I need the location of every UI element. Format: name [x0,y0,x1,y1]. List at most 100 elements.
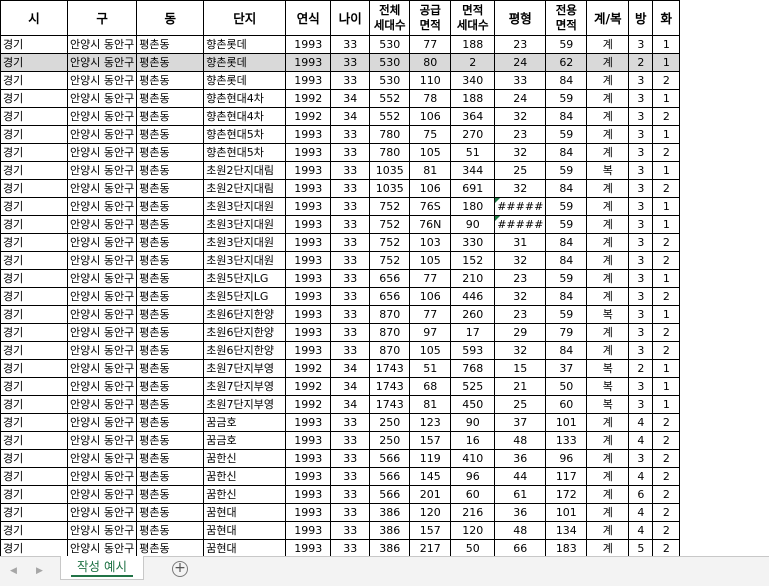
table-cell[interactable]: 1993 [285,521,332,540]
table-cell[interactable]: 1 [652,53,681,72]
table-cell[interactable]: 꿈현대 [203,521,287,540]
table-cell[interactable]: 경기 [0,323,68,342]
table-cell[interactable]: 84 [545,287,588,306]
table-cell[interactable]: 향촌롯데 [203,53,287,72]
table-cell[interactable]: 3 [628,305,654,324]
table-cell[interactable]: 평촌동 [136,287,205,306]
table-cell[interactable]: 180 [450,197,496,216]
table-cell[interactable]: 평촌동 [136,233,205,252]
table-cell[interactable]: 안양시 동안구 [66,323,138,342]
table-cell[interactable]: 386 [369,503,411,522]
table-cell[interactable]: 2 [628,359,654,378]
table-cell[interactable]: 29 [494,323,547,342]
column-header[interactable]: 연식 [285,0,332,36]
table-row[interactable]: 경기 안양시 동안구 평촌동 향촌롯데 1993 33 530 77 188 23 59 계 3 1 [0,35,681,54]
table-cell[interactable]: 84 [545,233,588,252]
table-cell[interactable]: 330 [450,233,496,252]
table-cell[interactable]: 안양시 동안구 [66,179,138,198]
table-cell[interactable]: 117 [545,467,588,486]
table-cell[interactable]: 계 [586,413,630,432]
table-cell[interactable]: 초원6단지한양 [203,323,287,342]
table-cell[interactable]: 1035 [369,179,411,198]
table-cell[interactable]: 33 [330,323,371,342]
table-cell[interactable]: 안양시 동안구 [66,143,138,162]
table-cell[interactable]: 계 [586,323,630,342]
table-cell[interactable]: 61 [494,485,547,504]
table-cell[interactable]: 경기 [0,431,68,450]
table-cell[interactable]: 초원7단지부영 [203,377,287,396]
table-cell[interactable]: 3 [628,179,654,198]
table-cell[interactable]: 48 [494,431,547,450]
table-cell[interactable]: 870 [369,305,411,324]
table-cell[interactable]: 경기 [0,377,68,396]
table-cell[interactable]: 1993 [285,431,332,450]
table-cell[interactable]: 안양시 동안구 [66,35,138,54]
table-cell[interactable]: 계 [586,449,630,468]
table-cell[interactable]: 34 [330,395,371,414]
table-cell[interactable]: 870 [369,341,411,360]
table-cell[interactable]: 평촌동 [136,251,205,270]
table-cell[interactable]: 1993 [285,251,332,270]
plus-circle-icon[interactable]: + [172,561,188,577]
table-cell[interactable]: 33 [330,143,371,162]
table-cell[interactable]: 안양시 동안구 [66,251,138,270]
table-cell[interactable]: 1992 [285,89,332,108]
table-cell[interactable]: 106 [409,107,452,126]
table-cell[interactable]: 1 [652,215,681,234]
table-cell[interactable]: 경기 [0,449,68,468]
table-cell[interactable]: 201 [409,485,452,504]
table-cell[interactable]: 84 [545,107,588,126]
table-cell[interactable]: 경기 [0,179,68,198]
table-cell[interactable]: 3 [628,35,654,54]
table-cell[interactable]: 768 [450,359,496,378]
table-cell[interactable]: 2 [652,503,681,522]
table-cell[interactable]: 4 [628,431,654,450]
table-cell[interactable]: 1993 [285,323,332,342]
table-cell[interactable]: 1993 [285,449,332,468]
table-cell[interactable]: 1 [652,197,681,216]
table-cell[interactable]: 1743 [369,395,411,414]
table-cell[interactable]: 향촌현대5차 [203,143,287,162]
table-cell[interactable]: 270 [450,125,496,144]
table-cell[interactable]: 24 [494,53,547,72]
table-cell[interactable]: 183 [545,539,588,556]
table-cell[interactable]: 경기 [0,71,68,90]
table-cell[interactable]: 33 [330,179,371,198]
table-cell[interactable]: 3 [628,71,654,90]
table-cell[interactable]: 경기 [0,359,68,378]
table-cell[interactable]: 25 [494,395,547,414]
table-cell[interactable]: 계 [586,251,630,270]
table-cell[interactable]: 2 [652,467,681,486]
table-cell[interactable]: 33 [330,521,371,540]
table-cell[interactable]: 157 [409,521,452,540]
table-cell[interactable]: 3 [628,269,654,288]
table-cell[interactable]: 51 [409,359,452,378]
table-cell[interactable]: 평촌동 [136,359,205,378]
table-cell[interactable]: 계 [586,431,630,450]
table-row[interactable]: 경기 안양시 동안구 평촌동 초원2단지대림 1993 33 1035 81 344 25 59 복 3… [0,161,681,180]
table-cell[interactable]: 평촌동 [136,539,205,556]
table-cell[interactable]: 145 [409,467,452,486]
table-cell[interactable]: 1 [652,161,681,180]
table-cell[interactable]: 안양시 동안구 [66,233,138,252]
table-cell[interactable]: 530 [369,35,411,54]
table-cell[interactable]: 향촌롯데 [203,35,287,54]
table-cell[interactable]: 경기 [0,485,68,504]
column-header[interactable]: 구 [66,0,138,36]
table-cell[interactable]: 경기 [0,53,68,72]
table-cell[interactable]: 17 [450,323,496,342]
table-cell[interactable]: 2 [652,521,681,540]
table-row[interactable]: 경기 안양시 동안구 평촌동 향촌롯데 1993 33 530 110 340 33 84 계 3 2 [0,71,681,90]
table-cell[interactable]: 33 [330,431,371,450]
table-cell[interactable]: 33 [330,503,371,522]
table-cell[interactable]: 78 [409,89,452,108]
table-cell[interactable]: 평촌동 [136,431,205,450]
table-cell[interactable]: 초원2단지대림 [203,179,287,198]
table-row[interactable]: 경기 안양시 동안구 평촌동 초원6단지한양 1993 33 870 105 593 32 84 계 3… [0,341,681,360]
table-cell[interactable]: 76N [409,215,452,234]
table-cell[interactable]: 초원5단지LG [203,269,287,288]
table-cell[interactable]: 344 [450,161,496,180]
table-cell[interactable]: 33 [330,539,371,556]
table-cell[interactable]: 1 [652,377,681,396]
table-cell[interactable]: 77 [409,305,452,324]
